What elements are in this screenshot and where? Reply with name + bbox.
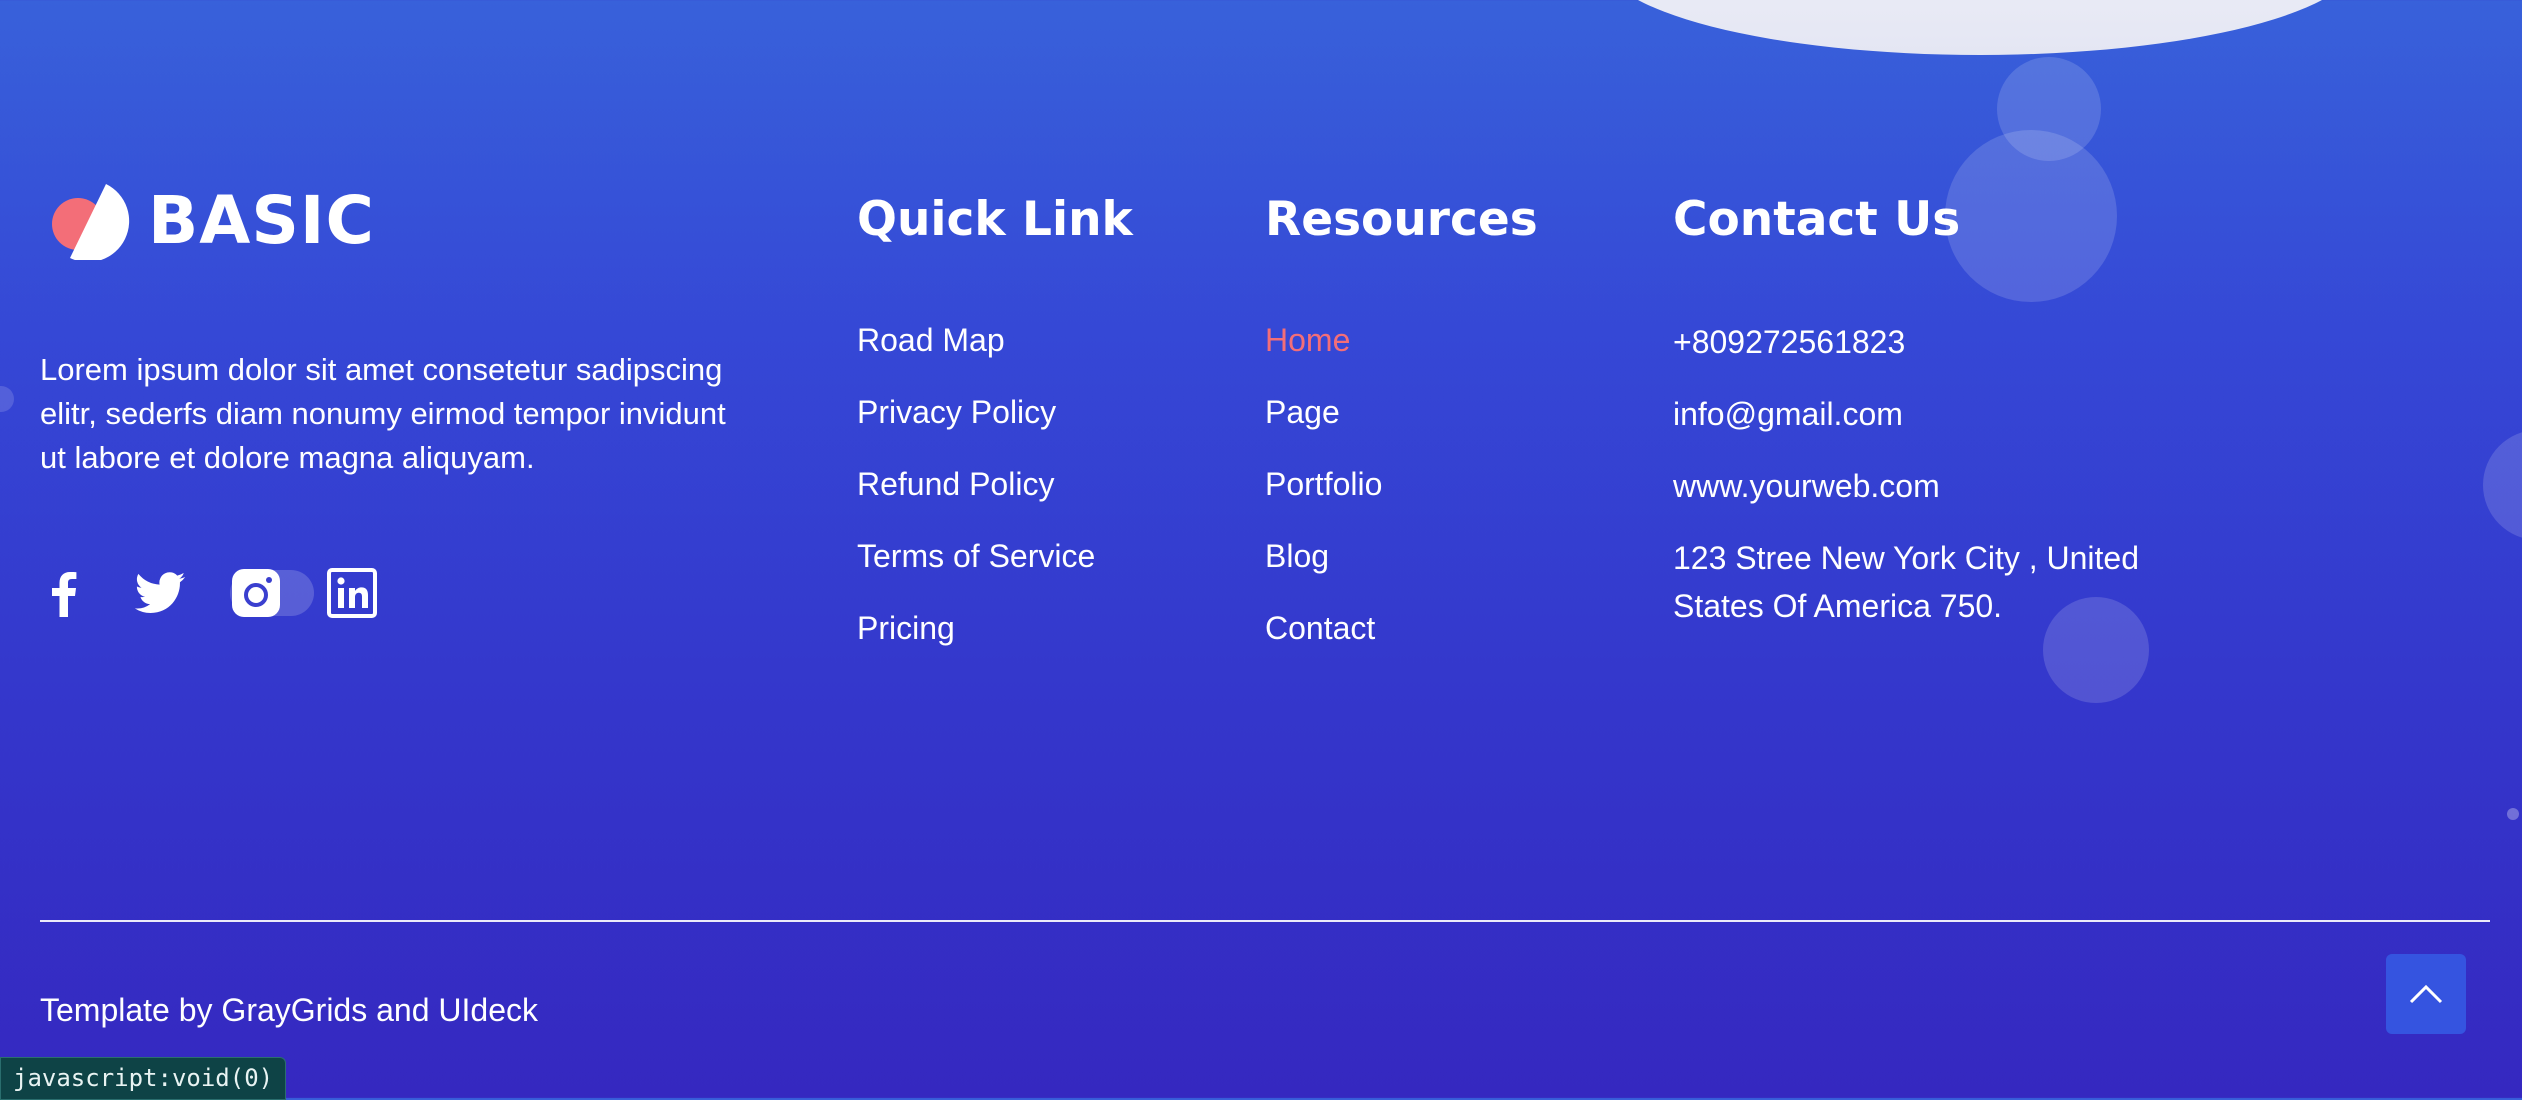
contact-list: +809272561823 info@gmail.com www.yourweb…: [1673, 318, 2193, 654]
browser-status-bar: javascript:void(0): [0, 1057, 287, 1100]
brand-logo[interactable]: BASIC: [48, 182, 375, 260]
quick-link-pricing[interactable]: Pricing: [857, 606, 1095, 650]
instagram-icon: [232, 569, 280, 617]
contact-address: 123 Stree New York City , United States …: [1673, 540, 2140, 624]
facebook-link[interactable]: [36, 565, 92, 621]
resources-link-page[interactable]: Page: [1265, 390, 1382, 434]
resources-link-contact[interactable]: Contact: [1265, 606, 1382, 650]
back-to-top-button[interactable]: [2386, 954, 2466, 1034]
quick-link-road-map[interactable]: Road Map: [857, 318, 1095, 362]
bubble-decoration: [1945, 130, 2117, 302]
quick-link-terms-of-service[interactable]: Terms of Service: [857, 534, 1095, 578]
contact-email: info@gmail.com: [1673, 396, 1903, 432]
contact-title: Contact Us: [1673, 192, 1961, 247]
resources-title: Resources: [1265, 192, 1538, 247]
twitter-link[interactable]: [132, 565, 188, 621]
footer-credits: Template by GrayGrids and UIdeck: [40, 992, 538, 1028]
linkedin-link[interactable]: [324, 565, 380, 621]
top-wave-decoration: [1600, 0, 2360, 55]
quick-link-title: Quick Link: [857, 192, 1133, 247]
bubble-decoration: [2507, 808, 2519, 820]
chevron-up-icon: [2409, 984, 2443, 1004]
instagram-link[interactable]: [228, 565, 284, 621]
linkedin-icon: [327, 568, 377, 618]
contact-phone: +809272561823: [1673, 324, 1906, 360]
resources-link-home[interactable]: Home: [1265, 318, 1382, 362]
quick-link-refund-policy[interactable]: Refund Policy: [857, 462, 1095, 506]
resources-link-blog[interactable]: Blog: [1265, 534, 1382, 578]
brand-name: BASIC: [148, 182, 375, 259]
footer-divider: [40, 920, 2490, 922]
resources-link-portfolio[interactable]: Portfolio: [1265, 462, 1382, 506]
quick-link-privacy-policy[interactable]: Privacy Policy: [857, 390, 1095, 434]
quick-link-list: Road Map Privacy Policy Refund Policy Te…: [857, 318, 1095, 678]
contact-website: www.yourweb.com: [1673, 468, 1940, 504]
facebook-icon: [52, 572, 77, 617]
logo-mark-icon: [52, 184, 130, 260]
bubble-decoration: [0, 386, 14, 412]
bubble-decoration: [2483, 430, 2522, 540]
twitter-icon: [134, 572, 186, 613]
resources-list: Home Page Portfolio Blog Contact: [1265, 318, 1382, 678]
about-text: Lorem ipsum dolor sit amet consetetur sa…: [40, 352, 726, 475]
